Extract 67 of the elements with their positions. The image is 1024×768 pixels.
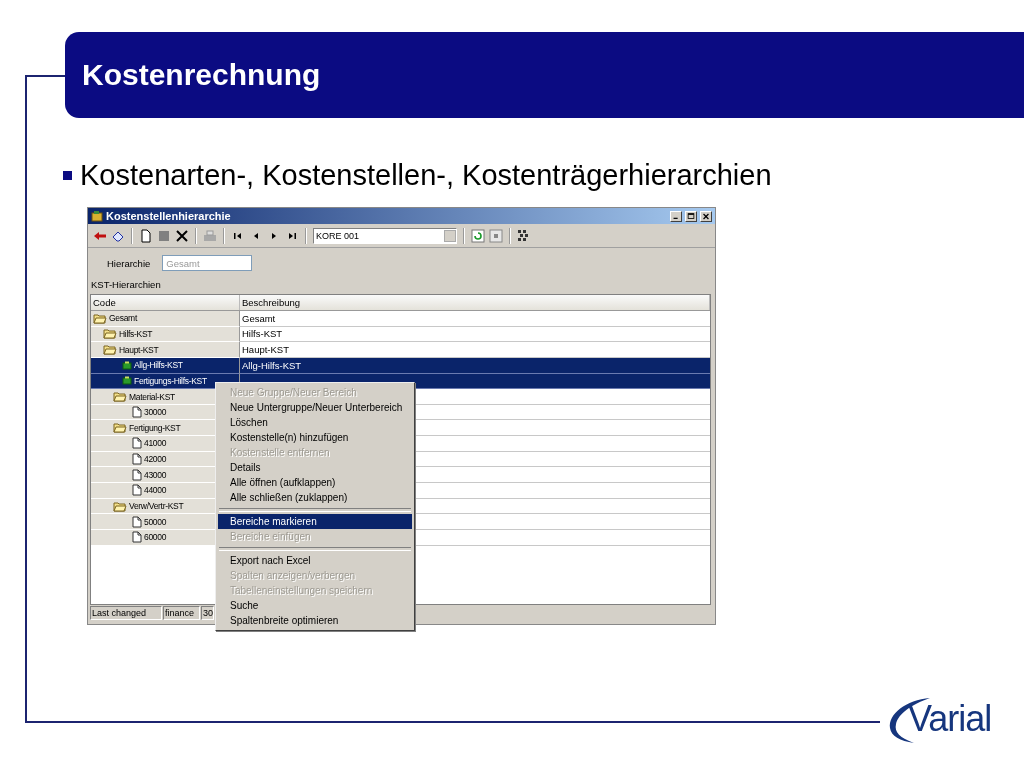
description-cell: Hilfs-KST	[242, 328, 283, 340]
code-cell: 44000	[144, 485, 167, 496]
minimize-button[interactable]	[670, 210, 682, 222]
menu-item[interactable]: Alle schließen (zuklappen)	[218, 490, 412, 505]
app-icon	[91, 210, 103, 222]
cost-center-icon	[122, 360, 132, 370]
code-cell: 42000	[144, 454, 167, 465]
slide-title: Kostenrechnung	[82, 58, 321, 92]
close-button[interactable]	[700, 210, 712, 222]
bullet-icon	[63, 170, 72, 180]
back-arrow-icon[interactable]	[93, 229, 107, 243]
column-header[interactable]: Code	[91, 295, 240, 310]
status-field: Last changed	[90, 606, 162, 620]
maximize-button[interactable]	[685, 210, 697, 222]
description-cell: Allg-Hilfs-KST	[242, 359, 302, 371]
menu-item[interactable]: Bereiche markieren	[218, 514, 412, 529]
document-icon	[132, 406, 142, 419]
code-cell: 50000	[144, 516, 167, 527]
code-cell: Material-KST	[129, 391, 175, 402]
folder-icon	[113, 391, 127, 402]
delete-icon[interactable]	[175, 229, 189, 243]
grid-icon[interactable]	[517, 229, 531, 243]
code-cell: 41000	[144, 438, 167, 449]
document-icon	[132, 515, 142, 528]
folder-icon	[103, 328, 117, 340]
document-icon	[132, 468, 142, 481]
menu-item[interactable]: Export nach Excel	[218, 553, 412, 568]
code-cell: Fertigung-KST	[129, 422, 181, 433]
column-header[interactable]: Beschreibung	[240, 295, 710, 310]
document-icon	[132, 437, 142, 450]
menu-item[interactable]: Suche	[218, 598, 412, 613]
status-field: finance	[163, 606, 200, 620]
cost-center-icon	[122, 376, 132, 386]
menu-item[interactable]: Alle öffnen (aufklappen)	[218, 475, 412, 490]
document-icon	[132, 484, 142, 497]
menu-item[interactable]: Details	[218, 460, 412, 475]
code-cell: 43000	[144, 469, 167, 480]
folder-icon	[93, 312, 107, 324]
menu-item[interactable]: Neue Untergruppe/Neuer Unterbereich	[218, 400, 412, 415]
logo-text: Varial	[908, 698, 992, 740]
code-cell: Allg-Hilfs-KST	[134, 360, 183, 371]
code-cell: 60000	[144, 532, 167, 543]
refresh-icon[interactable]	[471, 229, 485, 243]
window-title: Kostenstellenhierarchie	[106, 210, 232, 222]
code-cell: 30000	[144, 407, 167, 418]
folder-icon	[113, 500, 127, 512]
folder-icon	[113, 422, 127, 434]
hierarchy-label: Hierarchie	[107, 257, 151, 269]
stop-square-icon[interactable]	[489, 229, 503, 243]
document-icon	[132, 453, 142, 466]
document-icon	[132, 531, 142, 544]
description-cell: Haupt-KST	[242, 344, 289, 356]
new-document-icon[interactable]	[139, 229, 153, 243]
bullet-text: Kostenarten-, Kostenstellen-, Kostenträgerhierarchien	[80, 158, 772, 192]
menu-item[interactable]: Kostenstelle(n) hinzufügen	[218, 430, 412, 445]
menu-item[interactable]: Spaltenbreite optimieren	[218, 613, 412, 628]
code-cell: Verw/Vertr-KST	[129, 501, 184, 511]
section-label: KST-Hierarchien	[91, 278, 161, 290]
menu-item[interactable]: Löschen	[218, 415, 412, 430]
code-cell: Gesamt	[109, 313, 137, 324]
code-cell: Haupt-KST	[119, 344, 159, 355]
folder-icon	[103, 344, 117, 356]
code-cell: Hilfs-KST	[119, 328, 153, 339]
company-dropdown[interactable]: KORE 001	[313, 228, 457, 244]
code-cell: Fertigungs-Hilfs-KST	[134, 375, 207, 386]
description-cell: Gesamt	[242, 312, 276, 324]
status-field: 30	[201, 606, 214, 620]
